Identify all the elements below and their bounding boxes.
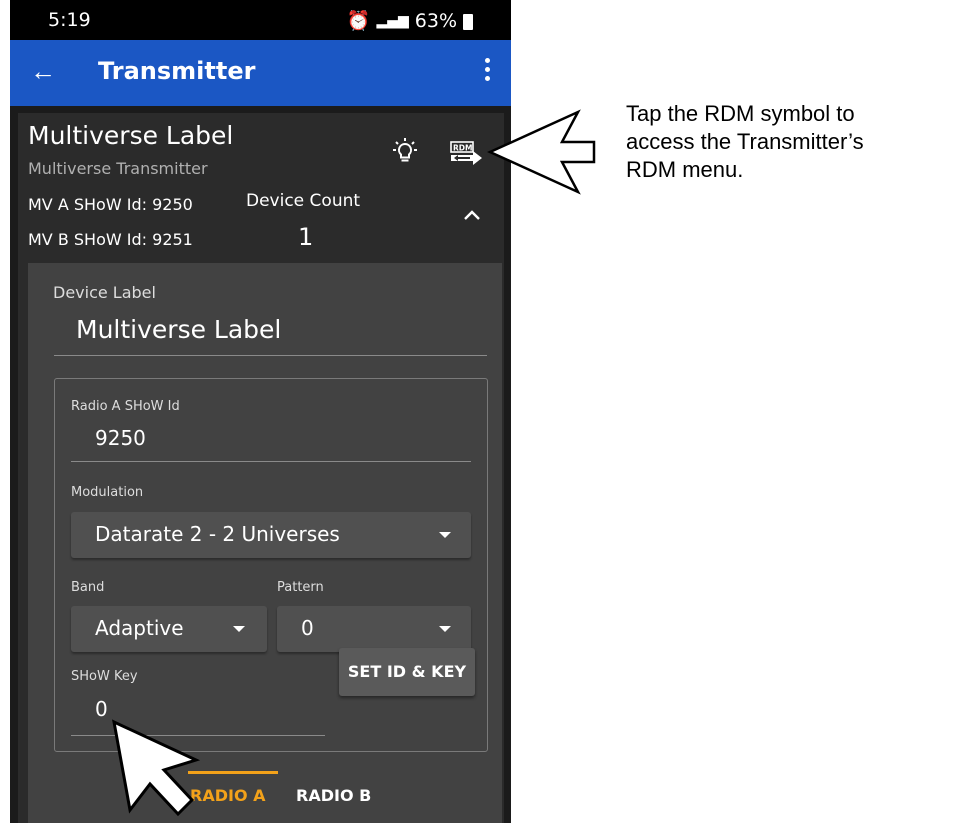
status-bar: 5:19 ⏰ ▂▄▆ 63% [10, 0, 511, 40]
mouse-pointer-icon [112, 719, 201, 817]
radio-tabs: RADIO A RADIO B [28, 760, 502, 823]
pattern-dropdown[interactable]: 0 [277, 606, 471, 652]
alarm-icon: ⏰ [346, 10, 371, 32]
tab-radio-b[interactable]: RADIO B [296, 786, 371, 805]
pattern-label: Pattern [277, 580, 324, 595]
transmitter-card: Multiverse Label Multiverse Transmitter … [18, 113, 504, 823]
callout-text: Tap the RDM symbol to access the Transmi… [626, 101, 864, 182]
radio-showid-label: Radio A SHoW Id [71, 399, 180, 414]
back-arrow-icon[interactable]: ← [30, 56, 56, 86]
battery-percent: 63% [414, 9, 457, 32]
app-bar: ← Transmitter [10, 40, 511, 106]
band-dropdown[interactable]: Adaptive [71, 606, 267, 652]
rdm-icon[interactable]: RDM [450, 140, 484, 166]
status-right: ⏰ ▂▄▆ 63% [347, 9, 473, 32]
radio-showid-field[interactable]: 9250 [95, 426, 146, 450]
signal-icon: ▂▄▆ [376, 12, 409, 29]
device-label-field[interactable]: Multiverse Label [76, 315, 281, 344]
status-time: 5:19 [48, 9, 91, 31]
band-value: Adaptive [95, 616, 184, 640]
mv-b-showid: MV B SHoW Id: 9251 [28, 230, 193, 249]
showid-underline [71, 461, 471, 462]
device-label-label: Device Label [53, 283, 156, 302]
showkey-label: SHoW Key [71, 669, 138, 684]
page-title: Transmitter [98, 57, 256, 85]
caret-down-icon [233, 626, 245, 632]
lightbulb-icon[interactable] [390, 137, 420, 167]
pattern-value: 0 [301, 616, 314, 640]
radio-settings-box: Radio A SHoW Id 9250 Modulation Datarate… [54, 378, 488, 752]
showkey-field[interactable]: 0 [95, 697, 108, 721]
mv-a-showid: MV A SHoW Id: 9250 [28, 195, 193, 214]
battery-icon [463, 13, 473, 30]
callout-arrow-icon [486, 109, 596, 195]
caret-down-icon [439, 532, 451, 538]
device-count-value: 1 [298, 223, 314, 251]
svg-text:RDM: RDM [453, 144, 472, 153]
settings-panel: Device Label Multiverse Label Radio A SH… [28, 263, 502, 823]
band-label: Band [71, 580, 105, 595]
chevron-up-icon[interactable] [463, 209, 481, 221]
more-vert-icon[interactable] [485, 58, 491, 85]
device-label-underline [54, 355, 487, 356]
phone-screen: 5:19 ⏰ ▂▄▆ 63% ← Transmitter Multiverse … [10, 0, 511, 823]
set-id-key-button[interactable]: SET ID & KEY [339, 648, 475, 696]
modulation-label: Modulation [71, 485, 144, 500]
modulation-dropdown[interactable]: Datarate 2 - 2 Universes [71, 512, 471, 558]
header-title: Multiverse Label [28, 121, 234, 150]
card-header[interactable]: Multiverse Label Multiverse Transmitter … [18, 113, 504, 263]
header-subtitle: Multiverse Transmitter [28, 159, 208, 178]
device-count-label: Device Count [246, 191, 361, 211]
caret-down-icon [439, 626, 451, 632]
modulation-value: Datarate 2 - 2 Universes [95, 522, 340, 546]
